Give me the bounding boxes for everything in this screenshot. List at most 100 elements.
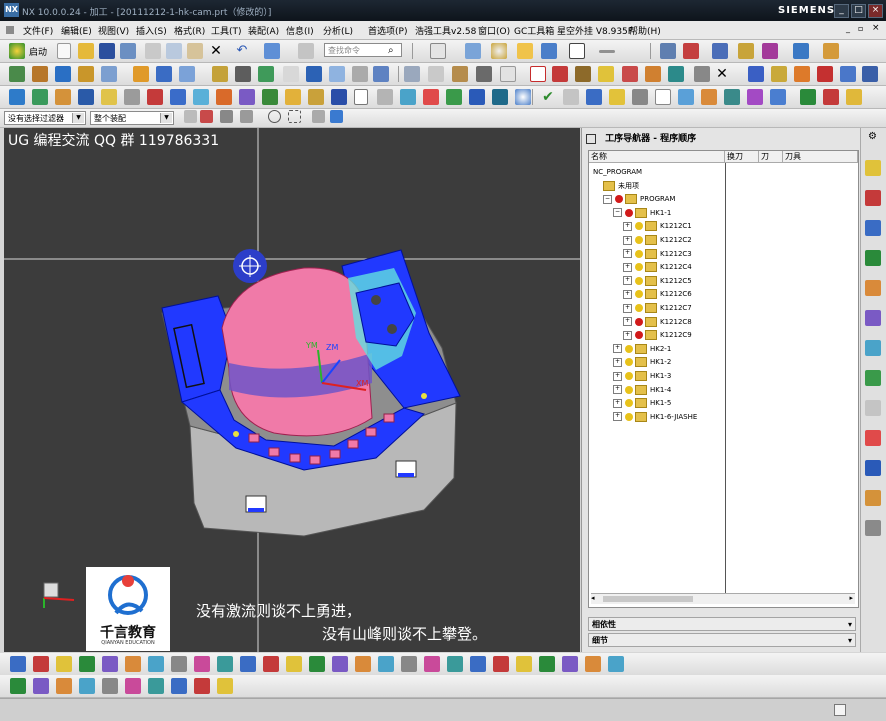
replay-toolpath-icon[interactable] [156,66,172,82]
paint-icon[interactable] [762,43,778,59]
tree-row[interactable]: + K1212C4 [623,261,692,274]
nx-app-icon[interactable]: NX [4,3,19,17]
system-materials-icon[interactable] [865,520,881,536]
status-window-icon[interactable] [834,704,846,716]
snap-tool-icon[interactable] [309,656,325,672]
method-view-icon[interactable] [598,66,614,82]
command-finder-icon[interactable] [298,43,314,59]
part-navigator-icon[interactable] [865,340,881,356]
plugin-l-icon[interactable] [262,89,278,105]
menu-view[interactable]: 视图(V) [98,24,129,37]
view-tool-icon[interactable] [102,678,118,694]
tree-row[interactable]: + HK1-5 [613,397,671,410]
menu-analysis[interactable]: 分析(L) [323,24,353,37]
child-close-icon[interactable]: × [872,23,880,33]
expand-icon[interactable]: + [613,371,622,381]
plugin-g-icon[interactable] [147,89,163,105]
operation-navigator-icon[interactable] [865,160,881,176]
snap-tool-icon[interactable] [171,656,187,672]
snap-tool-icon[interactable] [447,656,463,672]
orient-icon[interactable] [329,66,345,82]
snap-tool-icon[interactable] [33,656,49,672]
operation-tree[interactable]: 名称 换刀 刀 刀具 NC_PROGRAM 未用项 − PROGRAM − HK1-1 + K… [588,150,859,608]
expand-icon[interactable]: + [623,249,632,259]
tree-row[interactable]: + HK1-4 [613,384,671,397]
snap-tool-icon[interactable] [355,656,371,672]
view-tool-icon[interactable] [79,678,95,694]
toolpath-list-icon[interactable] [500,66,516,82]
menu-information[interactable]: 信息(I) [286,24,314,37]
snap-tool-icon[interactable] [125,656,141,672]
snap-icon[interactable] [220,110,233,123]
paste-op-icon[interactable] [428,66,444,82]
transform-icon[interactable] [738,43,754,59]
menu-haoqiang-tools[interactable]: 浩强工具v2.58 [415,24,476,37]
assembly-scope-select[interactable]: 整个装配 ▼ [90,111,174,125]
plugin-ab-icon[interactable] [724,89,740,105]
view-tool-icon[interactable] [10,678,26,694]
snap-point-icon[interactable] [330,110,343,123]
details-section[interactable]: 细节 ▾ [588,633,856,647]
menu-assemblies[interactable]: 装配(A) [248,24,279,37]
snap-tool-icon[interactable] [608,656,624,672]
plugin-y-icon[interactable] [655,89,671,105]
measure-icon[interactable] [683,43,699,59]
plugin-r-icon[interactable] [446,89,462,105]
create-geometry-icon[interactable] [55,66,71,82]
expand-icon[interactable]: + [623,330,632,340]
collision-check-icon[interactable] [668,66,684,82]
assembly-navigator-icon[interactable] [865,280,881,296]
save-icon[interactable] [99,43,115,59]
plugin-q-icon[interactable] [423,89,439,105]
snap-quadrant-icon[interactable] [312,110,325,123]
verify-toolpath-icon[interactable] [179,66,195,82]
plugin-v-icon[interactable] [586,89,602,105]
tree-row[interactable]: + K1212C1 [623,220,692,233]
ipw-icon[interactable] [794,66,810,82]
tree-row[interactable]: NC_PROGRAM [593,166,642,179]
view-tool-icon[interactable] [217,678,233,694]
plugin-z-icon[interactable] [678,89,694,105]
settings-gear-icon[interactable]: ⚙ [868,131,877,142]
plugin-k-icon[interactable] [239,89,255,105]
snap-tool-icon[interactable] [240,656,256,672]
plugin-af-icon[interactable] [823,89,839,105]
plugin-b-icon[interactable] [32,89,48,105]
tree-row[interactable]: + K1212C2 [623,234,692,247]
expand-icon[interactable]: + [623,262,632,272]
display-icon[interactable] [264,43,280,59]
minimize-button[interactable]: _ [834,4,849,18]
hscroll-thumb[interactable] [603,596,693,602]
analyze-icon[interactable] [712,43,728,59]
delete-toolpath-icon[interactable] [694,66,710,82]
plugin-w-icon[interactable] [609,89,625,105]
snap-end-icon[interactable] [240,110,253,123]
pin-icon[interactable] [586,133,596,144]
menu-gc-toolkit[interactable]: GC工具箱 [514,24,554,37]
view-tool-icon[interactable] [56,678,72,694]
view-tool-icon[interactable] [125,678,141,694]
plugin-a-icon[interactable] [9,89,25,105]
tool-change-icon[interactable] [622,66,638,82]
plugin-h-icon[interactable] [170,89,186,105]
type-filter-select[interactable]: 没有选择过滤器 ▼ [4,111,86,125]
plugin-ac-icon[interactable] [747,89,763,105]
expand-icon[interactable]: + [623,289,632,299]
menu-edit[interactable]: 编辑(E) [61,24,92,37]
cut-levels-icon[interactable] [373,66,389,82]
plugin-n-icon[interactable] [331,89,347,105]
plugin-x-icon[interactable] [632,89,648,105]
snap-tool-icon[interactable] [286,656,302,672]
postprocess-icon[interactable] [212,66,228,82]
filter-op-icon[interactable] [452,66,468,82]
open-icon[interactable] [78,43,94,59]
snap-tool-icon[interactable] [263,656,279,672]
plugin-aa-icon[interactable] [701,89,717,105]
new-icon[interactable] [57,43,71,59]
child-restore-icon[interactable]: ▫ [858,24,863,33]
collapse-icon[interactable]: − [603,194,612,204]
plugin-ad-icon[interactable] [770,89,786,105]
wcs-icon[interactable] [517,43,533,59]
report-icon[interactable] [817,66,833,82]
plugin-o-icon[interactable] [377,89,393,105]
